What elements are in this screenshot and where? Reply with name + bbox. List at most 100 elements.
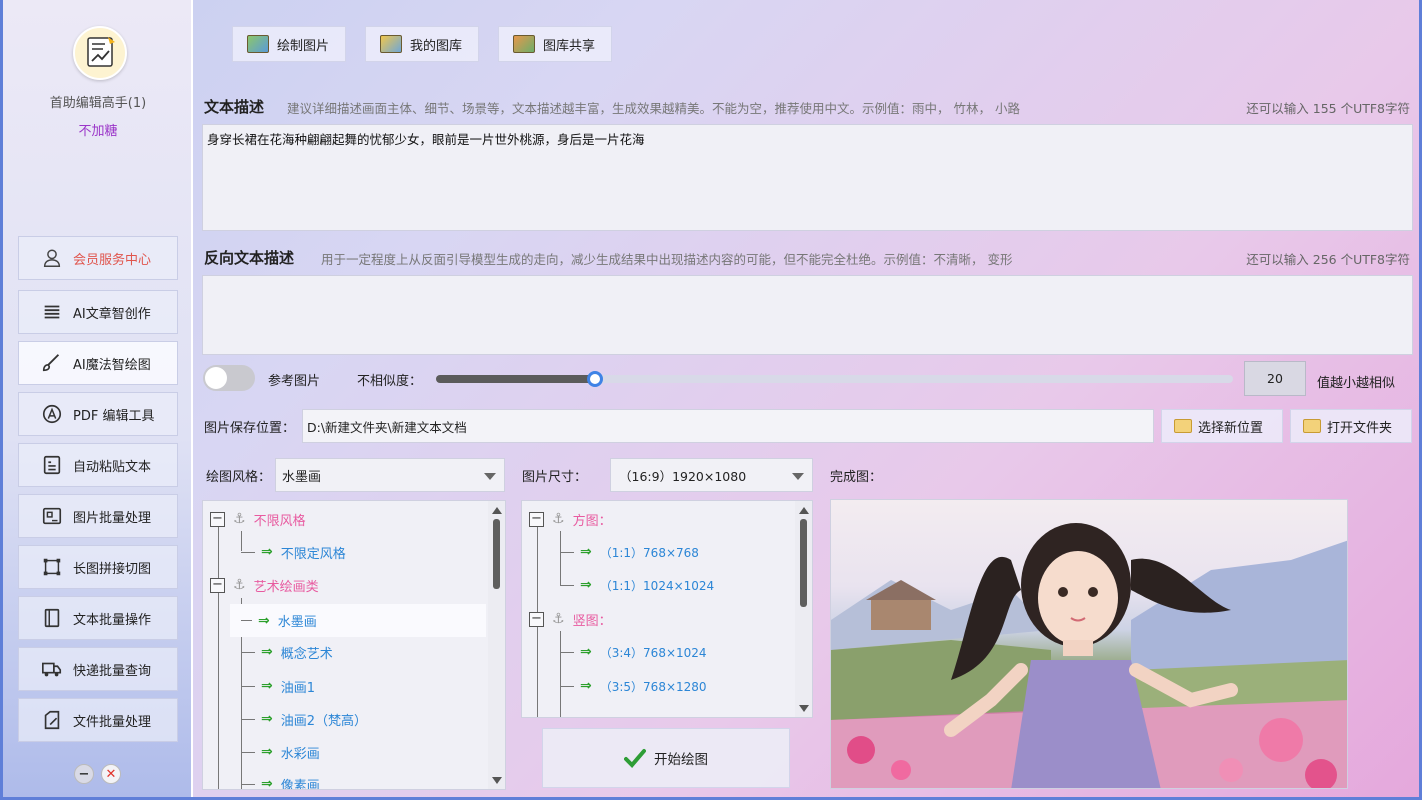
prompt-title: 文本描述 <box>204 98 265 116</box>
arrow-right-icon: ⇒ <box>261 776 273 790</box>
tree-leaf[interactable]: ⇒ 油画1 <box>241 671 315 701</box>
tree-leaf-selected[interactable]: ⇒ 水墨画 <box>230 604 486 637</box>
size-scrollbar[interactable] <box>795 501 812 717</box>
scroll-up-icon[interactable] <box>799 507 809 514</box>
scroll-thumb[interactable] <box>800 519 807 607</box>
slider-handle[interactable] <box>587 371 604 387</box>
result-image <box>830 499 1348 789</box>
nav-member-center[interactable]: 会员服务中心 <box>18 236 178 280</box>
tree-leaf[interactable]: ⇒ （3:4）768×1024 <box>560 637 707 667</box>
paste-icon <box>43 455 61 475</box>
tree-leaf[interactable]: ⇒ 概念艺术 <box>241 637 333 667</box>
chevron-down-icon <box>792 473 804 480</box>
nav-label: 长图拼接切图 <box>73 561 152 577</box>
tree-line <box>218 519 219 789</box>
scroll-up-icon[interactable] <box>492 507 502 514</box>
arrow-right-icon: ⇒ <box>261 644 273 660</box>
prompt-hint: 建议详细描述画面主体、细节、场景等，文本描述越丰富，生成效果越精美。不能为空，推… <box>287 101 1020 116</box>
tree-category[interactable]: − ⚓ 竖图： <box>529 604 612 634</box>
sidebar: 首助编辑高手(1) 不加糖 会员服务中心 AI文章智创作 AI魔法智绘图 PDF… <box>3 0 193 797</box>
slider-fill <box>436 375 596 383</box>
collapse-icon[interactable]: − <box>529 511 544 527</box>
button-label: 选择新位置 <box>1198 420 1264 436</box>
nav-label: 文本批量操作 <box>73 612 152 628</box>
size-selected: （16:9）1920×1080 <box>619 468 747 484</box>
nav-text-batch[interactable]: 文本批量操作 <box>18 596 178 640</box>
tab-gallery-share[interactable]: 图库共享 <box>498 26 612 62</box>
scroll-down-icon[interactable] <box>799 705 809 712</box>
app-name: 首助编辑高手(1) <box>49 96 147 111</box>
tree-leaf[interactable]: ⇒ （1:1）768×768 <box>560 537 699 567</box>
nav-long-image[interactable]: 长图拼接切图 <box>18 545 178 589</box>
scroll-thumb[interactable] <box>493 519 500 589</box>
anchor-icon: ⚓ <box>233 511 246 527</box>
collapse-icon[interactable]: − <box>210 511 225 527</box>
nav-label: 文件批量处理 <box>73 714 152 730</box>
generated-image <box>831 523 1347 788</box>
negative-remaining: 还可以输入 256 个UTF8字符 <box>1246 252 1410 267</box>
nav-ai-drawing[interactable]: AI魔法智绘图 <box>18 341 178 385</box>
size-select[interactable]: （16:9）1920×1080 <box>610 458 813 492</box>
tab-draw-image[interactable]: 绘制图片 <box>232 26 346 62</box>
nav-label: AI文章智创作 <box>73 306 151 322</box>
start-drawing-button[interactable]: 开始绘图 <box>542 728 790 788</box>
pdf-icon <box>42 404 62 424</box>
arrow-right-icon: ⇒ <box>261 544 273 560</box>
nav-image-batch[interactable]: 图片批量处理 <box>18 494 178 538</box>
prompt-textarea[interactable]: 身穿长裙在花海种翩翩起舞的忧郁少女，眼前是一片世外桃源，身后是一片花海 <box>202 124 1413 231</box>
save-path-input[interactable]: D:\新建文件夹\新建文本文档 <box>302 409 1154 443</box>
choose-location-button[interactable]: 选择新位置 <box>1161 409 1283 443</box>
collapse-icon[interactable]: − <box>210 577 225 593</box>
nav-express-query[interactable]: 快递批量查询 <box>18 647 178 691</box>
tree-leaf[interactable]: ⇒ 油画2（梵高） <box>241 704 367 734</box>
arrow-right-icon: ⇒ <box>258 612 270 629</box>
negative-textarea[interactable] <box>202 275 1413 355</box>
tree-leaf[interactable]: ⇒ （1:1）1024×1024 <box>560 570 714 600</box>
dissimilarity-value[interactable]: 20 <box>1244 361 1306 396</box>
brush-icon <box>42 354 60 372</box>
nav-auto-paste[interactable]: 自动粘贴文本 <box>18 443 178 487</box>
nav-file-batch[interactable]: 文件批量处理 <box>18 698 178 742</box>
style-selected: 水墨画 <box>282 469 322 485</box>
tree-leaf[interactable]: ⇒ 不限定风格 <box>241 537 346 567</box>
nav-label: PDF 编辑工具 <box>73 408 155 424</box>
size-tree[interactable]: − ⚓ 方图： ⇒ （1:1）768×768 ⇒ （1:1）1024×1024 − ⚓ 竖图… <box>521 500 813 718</box>
dissimilarity-label: 不相似度： <box>357 374 423 389</box>
tree-leaf[interactable]: ⇒ （3:5）768×1280 <box>560 671 707 701</box>
collapse-icon[interactable]: − <box>529 611 544 627</box>
style-select[interactable]: 水墨画 <box>275 458 505 492</box>
nav-ai-article[interactable]: AI文章智创作 <box>18 290 178 334</box>
tree-category[interactable]: − ⚓ 艺术绘画类 <box>210 570 319 600</box>
nav-label: 自动粘贴文本 <box>73 459 152 475</box>
tree-category[interactable]: − ⚓ 方图： <box>529 504 612 534</box>
reference-label: 参考图片 <box>268 374 321 389</box>
dissimilarity-slider[interactable] <box>436 371 1233 387</box>
nav-label: 会员服务中心 <box>73 252 152 268</box>
button-label: 打开文件夹 <box>1327 420 1393 436</box>
reference-toggle[interactable] <box>203 365 255 391</box>
tree-leaf[interactable]: ⇒ 像素画 <box>241 769 320 790</box>
size-label: 图片尺寸： <box>522 470 588 485</box>
list-icon <box>44 305 60 319</box>
button-label: 开始绘图 <box>654 752 708 768</box>
arrow-right-icon: ⇒ <box>261 744 273 760</box>
style-label: 绘图风格： <box>206 470 272 485</box>
arrow-right-icon: ⇒ <box>580 577 592 593</box>
draw-image-icon <box>247 35 269 53</box>
style-tree[interactable]: − ⚓ 不限风格 ⇒ 不限定风格 − ⚓ 艺术绘画类 ⇒ 水墨画 ⇒ 概念艺术 ⇒ 油画1 ⇒ 油… <box>202 500 506 790</box>
tree-leaf[interactable]: ⇒ 水彩画 <box>241 737 320 767</box>
style-scrollbar[interactable] <box>488 501 505 789</box>
crop-icon <box>43 558 61 576</box>
tab-my-gallery[interactable]: 我的图库 <box>365 26 479 62</box>
tree-category[interactable]: − ⚓ 不限风格 <box>210 504 306 534</box>
result-label: 完成图： <box>830 470 883 485</box>
minimize-button[interactable]: − <box>74 764 94 784</box>
close-button[interactable]: ✕ <box>101 764 121 784</box>
nav-pdf-tools[interactable]: PDF 编辑工具 <box>18 392 178 436</box>
truck-icon <box>42 662 62 677</box>
image-icon <box>42 507 62 525</box>
vip-status[interactable]: 不加糖 <box>3 120 193 139</box>
dissimilarity-note: 值越小越相似 <box>1317 376 1396 391</box>
open-folder-button[interactable]: 打开文件夹 <box>1290 409 1412 443</box>
scroll-down-icon[interactable] <box>492 777 502 784</box>
